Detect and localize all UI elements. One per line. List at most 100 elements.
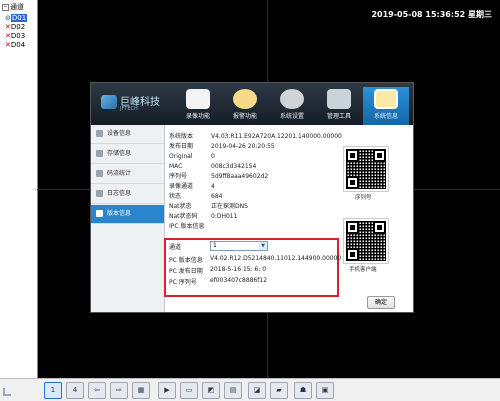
- logo-subtext: JFTECH: [120, 106, 138, 112]
- info-value: 正在探测DNS: [211, 203, 248, 210]
- info-key: 状态: [169, 193, 182, 200]
- playback-icon[interactable]: ▶: [158, 382, 176, 399]
- app-qr-caption: 手机客户端: [349, 267, 377, 273]
- camera-online-icon: ⊙: [5, 14, 11, 22]
- tree-root-label: 通道: [10, 3, 24, 11]
- resize-corner-icon: [3, 388, 11, 396]
- dialog-header: 巨峰科技 JFTECH 录像功能 报警功能 系统设置 管理工具 系统信息: [91, 83, 413, 125]
- sidebar-item-storage-info[interactable]: 存储信息: [91, 145, 164, 164]
- info-key: 序列号: [169, 173, 188, 180]
- info-key: Nat状态: [169, 203, 192, 210]
- record-icon[interactable]: ▰: [270, 382, 288, 399]
- sidebar-item-label: 设备信息: [107, 130, 132, 137]
- multiview-icon[interactable]: ▦: [132, 382, 150, 399]
- tools-icon: [327, 89, 351, 109]
- tree-root[interactable]: − 通道: [2, 2, 24, 12]
- alarm-clock-icon: [233, 89, 257, 109]
- screen-icon[interactable]: ◩: [202, 382, 220, 399]
- info-value: 008c3d342154: [211, 163, 257, 170]
- device-icon: [96, 130, 103, 137]
- tab-system-info[interactable]: 系统信息: [363, 87, 409, 125]
- sidebar-item-label: 码流统计: [107, 170, 132, 177]
- info-value: 5d9ff8aaa49602d2: [211, 173, 269, 180]
- ipc-value: V4.02.R12.D5214840.11012.144900.00000: [210, 255, 342, 262]
- info-key: 系统版本: [169, 133, 194, 140]
- info-key: Original: [169, 153, 193, 160]
- info-key: IPC 版本信息: [169, 223, 205, 230]
- ipc-key: PC 发布日期: [169, 268, 203, 275]
- chevron-down-icon[interactable]: ▼: [259, 242, 267, 250]
- ipc-info: PC 版本信息 V4.02.R12.D5214840.11012.144900.0…: [169, 255, 341, 291]
- window-icon[interactable]: ▭: [180, 382, 198, 399]
- ok-button[interactable]: 确定: [367, 296, 395, 309]
- snapshot-icon[interactable]: ◪: [248, 382, 266, 399]
- sidebar-item-label: 版本信息: [107, 210, 132, 217]
- qr-finder: [346, 176, 359, 189]
- tab-label: 系统信息: [373, 113, 398, 120]
- ipc-key: PC 序列号: [169, 279, 197, 286]
- info-key: 录像通道: [169, 183, 194, 190]
- info-panel-icon: [374, 89, 398, 109]
- qr-finder: [346, 149, 359, 162]
- version-icon: [96, 210, 103, 217]
- info-value: 684: [211, 193, 223, 200]
- bottom-toolbar: 1 4 ⇦ ⇨ ▦ ▶ ▭ ◩ ▤ ◪ ▰ ☗ ▣: [0, 378, 500, 401]
- datetime-clock: 2019-05-08 15:36:52 星期三: [371, 10, 492, 19]
- sidebar-item-device-info[interactable]: 设备信息: [91, 125, 164, 144]
- info-key: Nat状态码: [169, 213, 198, 220]
- quad-view-icon[interactable]: 4: [66, 382, 84, 399]
- channel-tree: − 通道 ⊙D01 ✕D02 ✕D03 ✕D04: [0, 0, 38, 378]
- qr-finder: [346, 221, 359, 234]
- next-icon[interactable]: ⇨: [110, 382, 128, 399]
- tab-label: 报警功能: [232, 113, 257, 120]
- gear-icon: [280, 89, 304, 109]
- logo-mark-icon: [101, 95, 117, 109]
- app-qr-code: [343, 218, 389, 264]
- collapse-icon[interactable]: −: [2, 3, 9, 11]
- info-value: 0:DH011: [211, 213, 238, 220]
- tab-label: 录像功能: [185, 113, 210, 120]
- tree-item-label: D02: [10, 23, 26, 31]
- ipc-row: PC 版本信息 V4.02.R12.D5214840.11012.144900.0…: [169, 255, 341, 265]
- tab-alarm[interactable]: 报警功能: [222, 87, 268, 125]
- tree-item-label: D03: [10, 32, 26, 40]
- sidebar-item-bitrate-stats[interactable]: 码流统计: [91, 165, 164, 184]
- qr-finder: [373, 221, 386, 234]
- tab-record[interactable]: 录像功能: [175, 87, 221, 125]
- info-value: 4: [211, 183, 215, 190]
- qr-finder: [373, 149, 386, 162]
- qr-icon[interactable]: ▣: [316, 382, 334, 399]
- storage-icon: [96, 150, 103, 157]
- info-key: 发布日期: [169, 143, 194, 150]
- sidebar-item-log-info[interactable]: 日志信息: [91, 185, 164, 204]
- info-key: MAC: [169, 163, 183, 170]
- serial-qr-caption: 序列号: [355, 195, 372, 201]
- sidebar-menu: 设备信息 存储信息 码流统计 日志信息 版本信息: [91, 125, 165, 312]
- single-view-icon[interactable]: 1: [44, 382, 62, 399]
- channel-select[interactable]: 1 ▼: [210, 241, 268, 251]
- list-icon[interactable]: ▤: [224, 382, 242, 399]
- info-value: V4.03.R11.E92A720A.12201.140000.00000: [211, 133, 342, 140]
- clapperboard-icon: [186, 89, 210, 109]
- serial-qr-code: [343, 146, 389, 192]
- qr-finder: [346, 248, 359, 261]
- sidebar-item-version-info[interactable]: 版本信息: [91, 205, 164, 224]
- prev-icon[interactable]: ⇦: [88, 382, 106, 399]
- tab-system-settings[interactable]: 系统设置: [269, 87, 315, 125]
- info-value: 2019-04-26 20:20:55: [211, 143, 275, 150]
- stats-icon: [96, 170, 103, 177]
- tab-label: 系统设置: [279, 113, 304, 120]
- ipc-value: ef003407c8886f12: [210, 277, 268, 284]
- ipc-key: PC 版本信息: [169, 257, 203, 264]
- brand-logo: 巨峰科技 JFTECH: [101, 93, 160, 112]
- log-icon: [96, 190, 103, 197]
- tree-item-label: D04: [10, 41, 26, 49]
- channel-select-value: 1: [213, 242, 217, 249]
- user-icon[interactable]: ☗: [294, 382, 312, 399]
- tree-item-d04[interactable]: ✕D04: [5, 40, 25, 50]
- channel-select-label: 通道: [169, 244, 182, 251]
- tree-item-label: D01: [10, 14, 28, 22]
- tab-admin-tools[interactable]: 管理工具: [316, 87, 362, 125]
- ipc-value: 2018-5-16 15: 6: 0: [210, 266, 267, 273]
- sidebar-item-label: 日志信息: [107, 190, 132, 197]
